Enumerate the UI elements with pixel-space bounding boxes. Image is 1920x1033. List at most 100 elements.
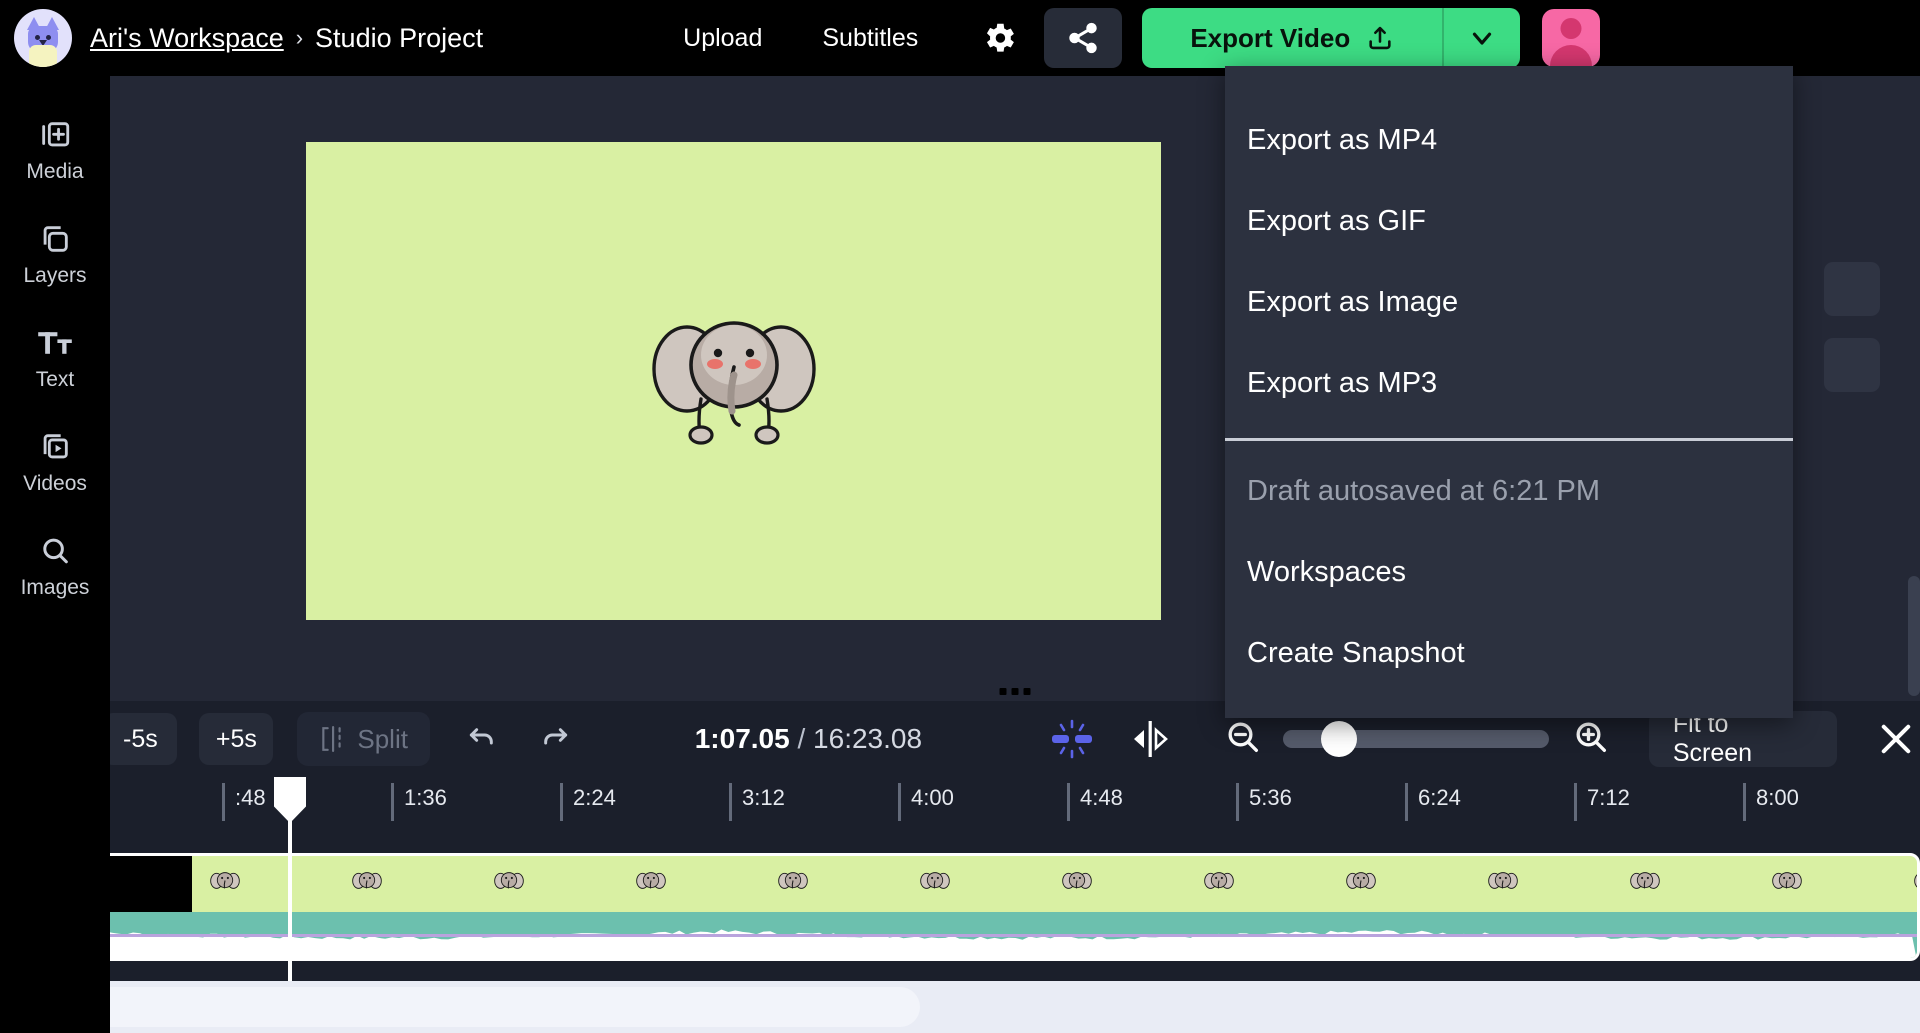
- menu-item-export-mp4[interactable]: Export as MP4: [1225, 100, 1793, 181]
- sidebar-item-layers[interactable]: Layers: [0, 202, 110, 306]
- sidebar-item-videos[interactable]: Videos: [0, 410, 110, 514]
- clip-thumbnail: [492, 866, 526, 900]
- ruler-tick: 3:12: [729, 783, 785, 821]
- sidebar-label-text: Text: [36, 368, 75, 392]
- zoom-out-button[interactable]: [1223, 717, 1263, 762]
- search-icon: [35, 532, 75, 570]
- ruler-tick: 8:00: [1743, 783, 1799, 821]
- breadcrumb-separator-icon: ›: [296, 25, 303, 51]
- panel-chip-top[interactable]: [1824, 262, 1880, 316]
- zoom-slider[interactable]: [1283, 730, 1549, 748]
- clip-thumbnail: [634, 866, 668, 900]
- sidebar-label-media: Media: [26, 160, 83, 184]
- playhead[interactable]: [288, 777, 292, 981]
- waveform-center-line: [56, 934, 1917, 937]
- close-button[interactable]: [1873, 715, 1920, 763]
- cat-avatar-logo[interactable]: [14, 9, 72, 67]
- menu-item-export-gif[interactable]: Export as GIF: [1225, 181, 1793, 262]
- skip-back-button[interactable]: -5s: [103, 713, 177, 765]
- breadcrumb-workspace-link[interactable]: Ari's Workspace: [90, 23, 284, 54]
- redo-icon: [539, 723, 571, 755]
- clip-thumbnail: [776, 866, 810, 900]
- export-video-button[interactable]: Export Video: [1142, 8, 1442, 68]
- gear-icon[interactable]: [976, 15, 1022, 61]
- split-icon: [319, 724, 345, 754]
- transition-icon: [1046, 717, 1098, 761]
- time-separator: /: [797, 723, 805, 754]
- clip-thumbnail: [1202, 866, 1236, 900]
- video-editor-app: Ari's Workspace › Studio Project Upload …: [0, 0, 1920, 1033]
- menu-item-create-snapshot[interactable]: Create Snapshot: [1225, 613, 1793, 694]
- ruler-tick: 6:24: [1405, 783, 1461, 821]
- split-button: Split: [297, 712, 430, 766]
- ruler-tick-label: 7:12: [1587, 785, 1630, 810]
- timeline-horizontal-scrollbar[interactable]: [0, 981, 1920, 1033]
- ruler-tick-label: :48: [235, 785, 266, 810]
- time-readout: 1:07.05 / 16:23.08: [695, 723, 922, 755]
- ruler-tick: 5:36: [1236, 783, 1292, 821]
- menu-item-export-image[interactable]: Export as Image: [1225, 262, 1793, 343]
- menu-divider: [1225, 438, 1793, 441]
- sidebar-label-images: Images: [21, 576, 90, 600]
- total-duration: 16:23.08: [813, 723, 922, 754]
- clip-thumbnail: [1628, 866, 1662, 900]
- video-preview-canvas[interactable]: [306, 142, 1161, 620]
- sidebar-item-media[interactable]: Media: [0, 98, 110, 202]
- ruler-tick-label: 6:24: [1418, 785, 1461, 810]
- cat-belly: [29, 45, 57, 67]
- upload-share-icon: [1366, 24, 1394, 52]
- text-icon: [35, 324, 75, 362]
- redo-button[interactable]: [533, 717, 576, 761]
- clip-thumbnail-row: [56, 856, 1917, 912]
- undo-button[interactable]: [460, 717, 503, 761]
- menu-item-export-mp3[interactable]: Export as MP3: [1225, 343, 1793, 424]
- export-button-group: Export Video: [1142, 8, 1520, 68]
- ruler-tick-label: 4:00: [911, 785, 954, 810]
- panel-chip-bottom[interactable]: [1824, 338, 1880, 392]
- handle-dot: [1024, 688, 1031, 695]
- top-toolbar: Ari's Workspace › Studio Project Upload …: [0, 0, 1920, 76]
- clip-thumbnail: [1344, 866, 1378, 900]
- zoom-slider-thumb[interactable]: [1321, 721, 1357, 757]
- layers-icon: [35, 220, 75, 258]
- user-avatar[interactable]: [1542, 9, 1600, 67]
- sidebar-item-text[interactable]: Text: [0, 306, 110, 410]
- clip-thumbnail: [208, 866, 242, 900]
- mirror-flip-button[interactable]: [1125, 715, 1174, 763]
- ruler-tick: 7:12: [1574, 783, 1630, 821]
- zoom-in-button[interactable]: [1571, 717, 1611, 762]
- avatar-head: [1561, 18, 1582, 39]
- split-label: Split: [357, 724, 408, 755]
- media-add-icon: [35, 116, 75, 154]
- ruler-tick-label: 3:12: [742, 785, 785, 810]
- subtitles-button[interactable]: Subtitles: [822, 24, 918, 53]
- ruler-tick-label: 4:48: [1080, 785, 1123, 810]
- transition-button[interactable]: [1044, 716, 1099, 762]
- panel-scrollbar[interactable]: [1908, 576, 1920, 696]
- avatar-body: [1550, 45, 1592, 67]
- handle-dot: [1012, 688, 1019, 695]
- fit-to-screen-button[interactable]: Fit to Screen: [1649, 711, 1837, 767]
- videos-icon: [35, 428, 75, 466]
- sidebar-label-videos: Videos: [23, 472, 87, 496]
- ruler-tick-label: 5:36: [1249, 785, 1292, 810]
- zoom-in-icon: [1571, 717, 1611, 757]
- ruler-tick-label: 2:24: [573, 785, 616, 810]
- upload-button[interactable]: Upload: [683, 24, 762, 53]
- timeline-scroll-thumb[interactable]: [14, 987, 920, 1027]
- ruler-ticks: ​:0:481:362:243:124:004:485:366:247:128:…: [53, 777, 1920, 821]
- export-video-label: Export Video: [1190, 23, 1350, 54]
- timeline-clip[interactable]: [53, 853, 1920, 961]
- top-nav-actions: Upload Subtitles: [683, 24, 918, 53]
- share-icon: [1066, 21, 1100, 55]
- panel-resize-handle[interactable]: [1000, 688, 1031, 695]
- menu-item-workspaces[interactable]: Workspaces: [1225, 532, 1793, 613]
- close-icon: [1875, 718, 1917, 760]
- ruler-tick: :48: [222, 783, 266, 821]
- sidebar-item-images[interactable]: Images: [0, 514, 110, 618]
- export-options-caret-button[interactable]: [1442, 8, 1520, 68]
- share-button[interactable]: [1044, 8, 1122, 68]
- left-sidebar: Media Layers Text: [0, 76, 110, 1033]
- undo-icon: [466, 723, 498, 755]
- skip-forward-button[interactable]: +5s: [199, 713, 273, 765]
